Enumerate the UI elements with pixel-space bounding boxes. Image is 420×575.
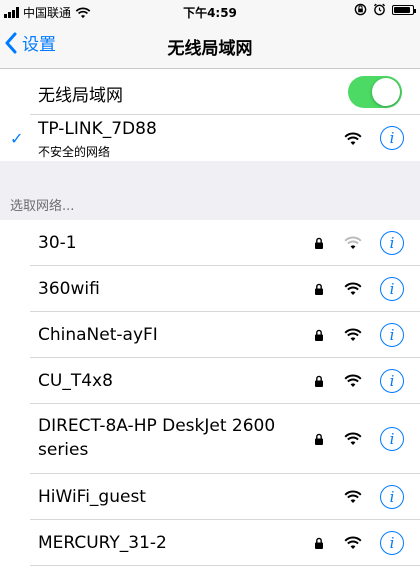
lock-icon <box>315 433 323 445</box>
wifi-icon <box>344 282 362 295</box>
status-right <box>354 3 416 16</box>
network-row[interactable]: 360wifi i <box>0 266 420 312</box>
wifi-icon <box>344 536 362 549</box>
network-list: 30-1 i 360wifi i ChinaNet-ayFI i CU_T4x8 i DIREC… <box>0 220 420 575</box>
network-row[interactable]: HiWiFi_guest i <box>0 474 420 520</box>
info-icon[interactable]: i <box>380 369 404 393</box>
section-title: 选取网络... <box>10 199 75 214</box>
lock-icon <box>315 375 323 387</box>
info-icon[interactable]: i <box>380 485 404 509</box>
battery-level <box>394 6 411 13</box>
wifi-icon <box>344 236 362 249</box>
wlan-toggle[interactable] <box>348 76 402 108</box>
connected-network-row[interactable]: ✓ TP-LINK_7D88 不安全的网络 i <box>0 115 420 161</box>
wifi-icon <box>344 132 362 145</box>
network-row[interactable]: CU_T4x8 i <box>0 358 420 404</box>
network-name: 360wifi <box>38 279 100 299</box>
rotation-lock-icon <box>354 3 367 16</box>
network-row[interactable]: MERCURY_31-2 i <box>0 520 420 566</box>
lock-icon <box>315 283 323 295</box>
page-title: 无线局域网 <box>167 39 253 59</box>
wifi-icon <box>344 328 362 341</box>
lock-icon <box>315 537 323 549</box>
info-icon[interactable]: i <box>380 531 404 555</box>
network-name: ChinaNet-ayFI <box>38 325 158 345</box>
info-icon[interactable]: i <box>380 277 404 301</box>
network-row[interactable]: 30-1 i <box>0 220 420 266</box>
network-name: MERCURY_31-2 <box>38 533 167 553</box>
wlan-group: 无线局域网 ✓ TP-LINK_7D88 不安全的网络 i <box>0 69 420 161</box>
wifi-icon <box>344 432 362 445</box>
toggle-knob <box>372 78 400 106</box>
network-name: HiWiFi_guest <box>38 487 146 507</box>
wlan-label: 无线局域网 <box>38 86 123 106</box>
network-name: DIRECT-8A-HP DeskJet 2600 series <box>38 416 276 460</box>
info-icon[interactable]: i <box>380 323 404 347</box>
wlan-toggle-row: 无线局域网 <box>0 69 420 115</box>
battery-icon <box>392 4 416 15</box>
info-icon[interactable]: i <box>380 427 404 451</box>
section-header: 选取网络... <box>0 190 420 220</box>
lock-icon <box>315 237 323 249</box>
wifi-icon <box>344 490 362 503</box>
status-bar: 中国联通 下午4:59 <box>0 0 420 22</box>
connected-network-subtitle: 不安全的网络 <box>38 145 111 159</box>
lock-icon <box>315 329 323 341</box>
network-name: CU_T4x8 <box>38 371 113 391</box>
alarm-icon <box>373 3 386 16</box>
info-icon[interactable]: i <box>380 126 404 150</box>
network-row[interactable]: ChinaNet-ayFI i <box>0 312 420 358</box>
network-row[interactable]: DIRECT-8A-HP DeskJet 2600 series i <box>0 404 420 474</box>
connected-network-name: TP-LINK_7D88 <box>38 119 157 139</box>
checkmark-icon: ✓ <box>10 129 24 148</box>
network-name: 30-1 <box>38 233 77 253</box>
wifi-icon <box>344 374 362 387</box>
navigation-bar: 设置 无线局域网 <box>0 22 420 69</box>
info-icon[interactable]: i <box>380 231 404 255</box>
